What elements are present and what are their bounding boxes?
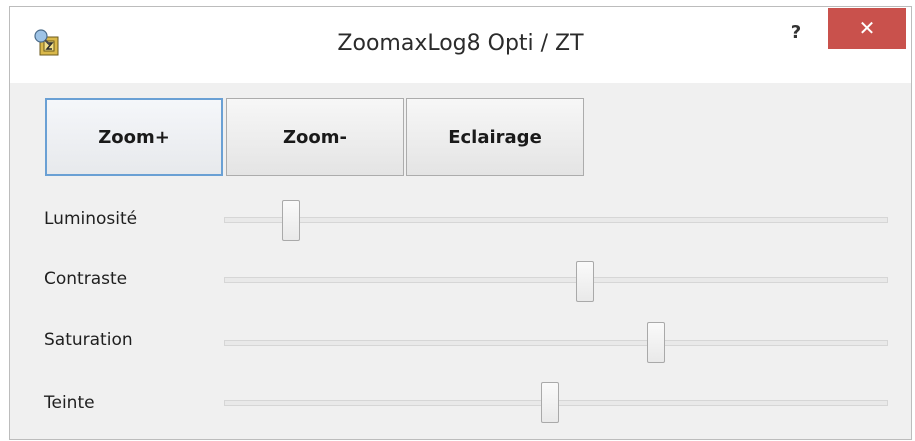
close-button[interactable]: ✕	[828, 8, 906, 49]
lighting-label: Eclairage	[448, 126, 542, 148]
hue-thumb[interactable]	[540, 382, 559, 423]
zoom-in-button[interactable]: Zoom+	[45, 98, 223, 176]
brightness-track[interactable]	[224, 217, 888, 223]
contrast-label: Contraste	[44, 269, 128, 289]
brightness-label: Luminosité	[44, 209, 138, 229]
close-icon: ✕	[858, 16, 876, 40]
hue-label: Teinte	[44, 393, 95, 413]
saturation-label: Saturation	[44, 330, 133, 350]
zoom-in-label: Zoom+	[98, 126, 170, 148]
dialog-content: Zoom+ Zoom- Eclairage Luminosité Contras…	[10, 83, 911, 439]
window-title: ZoomaxLog8 Opti / ZT	[337, 31, 584, 56]
dialog-window: ZoomaxLog8 Opti / ZT ? ✕ Zoom+ Zoom- Ecl…	[9, 6, 912, 440]
zoom-out-button[interactable]: Zoom-	[226, 98, 404, 176]
zoom-out-label: Zoom-	[282, 126, 347, 148]
contrast-track[interactable]	[224, 277, 888, 283]
saturation-thumb[interactable]	[647, 322, 666, 363]
saturation-track[interactable]	[224, 340, 888, 346]
lighting-button[interactable]: Eclairage	[406, 98, 584, 176]
help-button[interactable]: ?	[781, 19, 811, 47]
help-icon: ?	[790, 22, 802, 43]
contrast-thumb[interactable]	[576, 261, 595, 302]
brightness-thumb[interactable]	[282, 200, 301, 241]
title-bar: ZoomaxLog8 Opti / ZT ? ✕	[10, 7, 911, 83]
